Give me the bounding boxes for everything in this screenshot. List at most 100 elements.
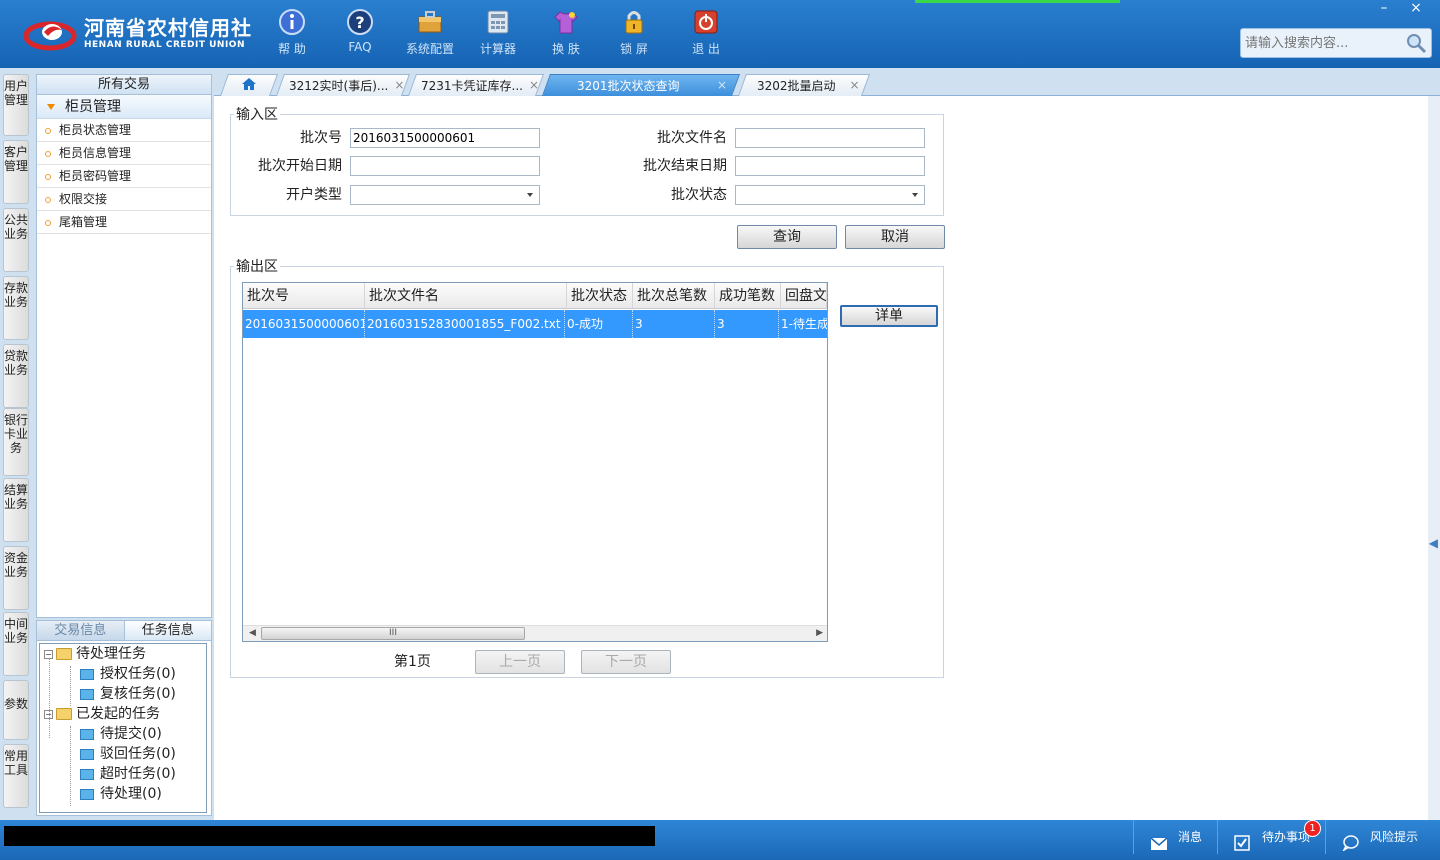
search-icon[interactable] bbox=[1405, 32, 1427, 54]
sidebar-item-cash-box[interactable]: 尾箱管理 bbox=[37, 211, 211, 234]
lock-screen-button[interactable]: 锁 屏 bbox=[604, 8, 664, 62]
vnav-settlement-business[interactable]: 结算业务 bbox=[3, 478, 29, 542]
tree-node-auth-task[interactable]: 授权任务(0) bbox=[80, 664, 176, 684]
all-transactions-header[interactable]: 所有交易 bbox=[37, 75, 211, 95]
batch-status-select[interactable] bbox=[735, 185, 925, 205]
tab-label: 3212实时(事后)... bbox=[289, 78, 389, 93]
tab-home[interactable] bbox=[219, 74, 279, 96]
scroll-right-icon[interactable]: ▶ bbox=[816, 628, 823, 638]
vnav-deposit-business[interactable]: 存款业务 bbox=[3, 276, 29, 340]
tab-transaction-info[interactable]: 交易信息 bbox=[37, 621, 124, 640]
vnav-customer-management[interactable]: 客户管理 bbox=[3, 140, 29, 204]
column-header[interactable]: 回盘文 bbox=[781, 283, 827, 309]
next-page-button[interactable]: 下一页 bbox=[581, 650, 671, 674]
vnav-card-business[interactable]: 银行卡业务 bbox=[3, 408, 29, 476]
column-header[interactable]: 批次号 bbox=[243, 283, 365, 309]
vertical-nav: 用户管理 客户管理 公共业务 存款业务 贷款业务 银行卡业务 结算业务 资金业务… bbox=[0, 68, 34, 820]
sidebar-item-teller-password[interactable]: 柜员密码管理 bbox=[37, 165, 211, 188]
scroll-thumb[interactable]: III bbox=[261, 627, 525, 640]
tree-node-pending[interactable]: − 待处理任务 bbox=[44, 644, 146, 664]
tree-node-to-submit[interactable]: 待提交(0) bbox=[80, 724, 162, 744]
batch-file-field[interactable] bbox=[735, 128, 925, 148]
skin-label: 换 肤 bbox=[552, 42, 580, 56]
close-window-button[interactable]: × bbox=[1400, 0, 1432, 18]
tab-3201[interactable]: 3201批次状态查询 × bbox=[541, 74, 741, 96]
faq-label: FAQ bbox=[348, 40, 372, 54]
checkbox-icon bbox=[1234, 830, 1252, 851]
tree-node-to-process[interactable]: 待处理(0) bbox=[80, 784, 162, 804]
info-icon bbox=[278, 8, 306, 36]
result-table: 批次号 批次文件名 批次状态 批次总笔数 成功笔数 回盘文 2016031500… bbox=[242, 282, 828, 642]
vnav-loan-business[interactable]: 贷款业务 bbox=[3, 344, 29, 408]
faq-button[interactable]: ? FAQ bbox=[330, 8, 390, 62]
risk-alert-button[interactable]: 风险提示 bbox=[1325, 820, 1440, 854]
end-date-field[interactable] bbox=[735, 156, 925, 176]
table-cell: 2016031500000601 bbox=[243, 310, 365, 338]
detail-button[interactable]: 详单 bbox=[840, 305, 938, 327]
todo-label: 待办事项 bbox=[1262, 830, 1311, 844]
tab-task-info[interactable]: 任务信息 bbox=[123, 621, 211, 640]
collapse-left-icon[interactable]: ◀ bbox=[1429, 536, 1438, 550]
table-row[interactable]: 2016031500000601 201603152830001855_F002… bbox=[243, 310, 827, 338]
task-panel: 交易信息 任务信息 − 待处理任务 授权任务(0) 复核任务(0) − 已发起的任务… bbox=[36, 620, 212, 816]
prev-page-button[interactable]: 上一页 bbox=[475, 650, 565, 674]
calculator-icon bbox=[484, 8, 512, 36]
sidebar-item-teller-status[interactable]: 柜员状态管理 bbox=[37, 119, 211, 142]
minimize-button[interactable]: – bbox=[1368, 0, 1400, 18]
tab-3212[interactable]: 3212实时(事后)... × bbox=[275, 74, 411, 96]
task-tree: − 待处理任务 授权任务(0) 复核任务(0) − 已发起的任务 待提交(0) 驳回… bbox=[39, 643, 207, 813]
search-input[interactable] bbox=[1241, 29, 1401, 57]
vnav-parameters[interactable]: 参数 bbox=[3, 680, 29, 740]
batch-no-label: 批次号 bbox=[300, 130, 342, 146]
sidebar-item-teller-info[interactable]: 柜员信息管理 bbox=[37, 142, 211, 165]
calculator-button[interactable]: 计算器 bbox=[468, 8, 528, 62]
risk-label: 风险提示 bbox=[1370, 830, 1419, 844]
sidebar-item-permission-handover[interactable]: 权限交接 bbox=[37, 188, 211, 211]
bullet-icon bbox=[45, 150, 51, 157]
vnav-user-management[interactable]: 用户管理 bbox=[3, 74, 29, 136]
dropdown-arrow-icon bbox=[912, 193, 918, 197]
start-date-field[interactable] bbox=[350, 156, 540, 176]
column-header[interactable]: 成功笔数 bbox=[715, 283, 781, 309]
tree-node-started[interactable]: − 已发起的任务 bbox=[44, 704, 160, 724]
logo-mark-icon bbox=[23, 14, 80, 54]
logo: 河南省农村信用社 HENAN RURAL CREDIT UNION bbox=[23, 12, 252, 56]
close-tab-icon[interactable]: × bbox=[717, 78, 727, 92]
vnav-intermediate-business[interactable]: 中间业务 bbox=[3, 612, 29, 676]
sidebar: 所有交易 柜员管理 柜员状态管理 柜员信息管理 柜员密码管理 权限交接 尾箱管理… bbox=[34, 68, 214, 820]
help-button[interactable]: 帮 助 bbox=[262, 8, 322, 62]
folder-icon bbox=[56, 648, 72, 660]
collapse-icon[interactable]: − bbox=[44, 649, 53, 659]
tree-node-review-task[interactable]: 复核任务(0) bbox=[80, 684, 176, 704]
item-icon bbox=[80, 788, 94, 800]
scroll-left-icon[interactable]: ◀ bbox=[249, 628, 256, 638]
skin-button[interactable]: 换 肤 bbox=[536, 8, 596, 62]
column-header[interactable]: 批次文件名 bbox=[365, 283, 567, 309]
tree-label: 待处理任务 bbox=[76, 646, 146, 662]
tree-node-timeout[interactable]: 超时任务(0) bbox=[80, 764, 176, 784]
message-button[interactable]: 消息 bbox=[1133, 820, 1217, 854]
exit-button[interactable]: 退 出 bbox=[676, 8, 736, 62]
svg-text:?: ? bbox=[355, 13, 364, 32]
vnav-fund-business[interactable]: 资金业务 bbox=[3, 546, 29, 610]
tab-7231[interactable]: 7231卡凭证库存... × bbox=[407, 74, 545, 96]
collapse-icon[interactable]: − bbox=[44, 709, 53, 719]
close-tab-icon[interactable]: × bbox=[394, 78, 404, 92]
vnav-common-tools[interactable]: 常用工具 bbox=[3, 744, 29, 808]
teller-management-group[interactable]: 柜员管理 bbox=[37, 95, 211, 119]
batch-no-field[interactable] bbox=[350, 128, 540, 148]
tree-node-rejected[interactable]: 驳回任务(0) bbox=[80, 744, 176, 764]
cancel-button[interactable]: 取消 bbox=[845, 225, 945, 249]
horizontal-scrollbar[interactable]: ◀ III ▶ bbox=[243, 625, 827, 641]
close-tab-icon[interactable]: × bbox=[850, 78, 860, 92]
end-date-label: 批次结束日期 bbox=[643, 158, 727, 174]
right-collapse-strip[interactable]: ◀ bbox=[1428, 96, 1440, 820]
column-header[interactable]: 批次状态 bbox=[567, 283, 633, 309]
vnav-public-business[interactable]: 公共业务 bbox=[3, 208, 29, 272]
query-button[interactable]: 查询 bbox=[737, 225, 837, 249]
tab-3202[interactable]: 3202批量启动 × bbox=[737, 74, 871, 96]
column-header[interactable]: 批次总笔数 bbox=[633, 283, 715, 309]
system-config-button[interactable]: 系统配置 bbox=[400, 8, 460, 62]
account-type-select[interactable] bbox=[350, 185, 540, 205]
close-tab-icon[interactable]: × bbox=[529, 78, 539, 92]
